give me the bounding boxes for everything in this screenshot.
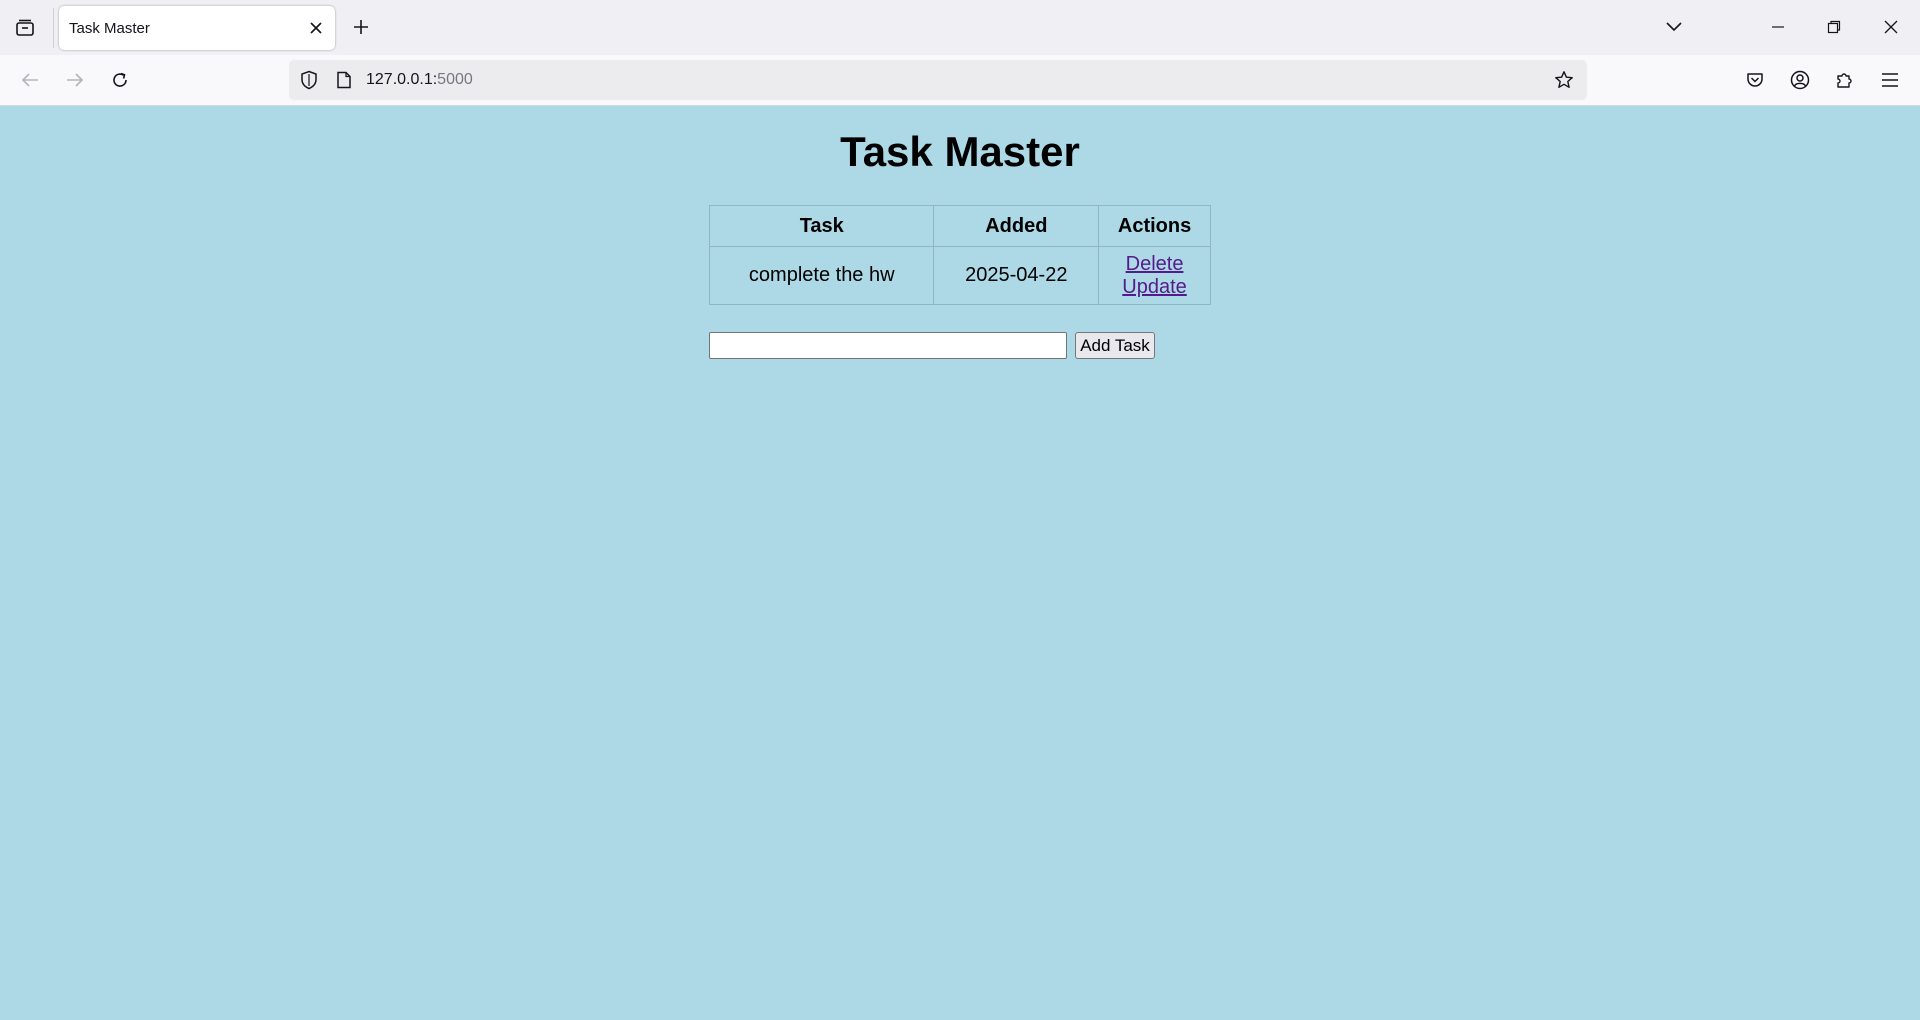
navigation-toolbar: 127.0.0.1:5000 xyxy=(0,55,1920,106)
table-row: complete the hw 2025-04-22 Delete Update xyxy=(708,246,1211,305)
column-header-actions: Actions xyxy=(1098,205,1211,247)
tab-list-button[interactable] xyxy=(8,13,42,43)
close-icon xyxy=(1884,20,1898,34)
close-icon xyxy=(310,22,322,34)
url-text[interactable]: 127.0.0.1:5000 xyxy=(366,71,473,89)
star-icon xyxy=(1555,71,1573,88)
column-header-task: Task xyxy=(708,205,935,247)
actions-cell: Delete Update xyxy=(1098,246,1211,305)
forward-arrow-icon xyxy=(67,73,84,87)
column-header-added: Added xyxy=(933,205,1100,247)
add-task-button[interactable]: Add Task xyxy=(1075,332,1155,359)
shield-icon xyxy=(301,70,317,90)
tab-bar: Task Master xyxy=(0,0,1920,55)
chevron-down-icon xyxy=(1666,22,1682,32)
tab-list-icon xyxy=(16,19,34,36)
url-host: 127.0.0.1: xyxy=(366,71,438,88)
site-info-button[interactable] xyxy=(332,68,356,92)
minimize-button[interactable] xyxy=(1756,8,1800,46)
close-window-button[interactable] xyxy=(1869,8,1913,46)
plus-icon xyxy=(354,20,368,34)
account-button[interactable] xyxy=(1784,64,1816,96)
tracking-protection-button[interactable] xyxy=(297,68,321,92)
minimize-icon xyxy=(1772,26,1784,28)
app-menu-button[interactable] xyxy=(1874,64,1906,96)
forward-button[interactable] xyxy=(59,64,91,96)
puzzle-icon xyxy=(1837,73,1852,88)
extensions-button[interactable] xyxy=(1829,64,1861,96)
back-arrow-icon xyxy=(21,73,38,87)
tab-task-master[interactable]: Task Master xyxy=(59,6,335,50)
new-tab-button[interactable] xyxy=(346,12,376,42)
bookmark-button[interactable] xyxy=(1552,68,1576,92)
reload-icon xyxy=(113,72,127,87)
task-cell: complete the hw xyxy=(708,246,935,305)
list-all-tabs-button[interactable] xyxy=(1652,8,1696,46)
tab-title: Task Master xyxy=(69,20,150,37)
page-icon xyxy=(337,71,351,89)
update-link[interactable]: Update xyxy=(1099,276,1210,299)
added-date-cell: 2025-04-22 xyxy=(933,246,1100,305)
restore-icon xyxy=(1827,20,1841,34)
restore-button[interactable] xyxy=(1812,8,1856,46)
back-button[interactable] xyxy=(14,64,46,96)
reload-button[interactable] xyxy=(104,64,136,96)
task-table: Task Added Actions complete the hw 2025-… xyxy=(708,205,1211,305)
hamburger-menu-icon xyxy=(1882,73,1898,87)
address-bar[interactable]: 127.0.0.1:5000 xyxy=(289,60,1587,100)
pocket-icon xyxy=(1747,73,1763,87)
tab-close-button[interactable] xyxy=(305,17,327,39)
account-icon xyxy=(1790,70,1810,90)
table-header-row: Task Added Actions xyxy=(708,205,1211,247)
page-content: Task Master Task Added Actions complete … xyxy=(0,106,1920,1020)
delete-link[interactable]: Delete xyxy=(1099,253,1210,276)
tab-separator xyxy=(53,8,54,48)
url-port: 5000 xyxy=(437,71,473,88)
pocket-button[interactable] xyxy=(1739,64,1771,96)
page-title: Task Master xyxy=(840,128,1080,175)
task-content-input[interactable] xyxy=(709,332,1067,359)
